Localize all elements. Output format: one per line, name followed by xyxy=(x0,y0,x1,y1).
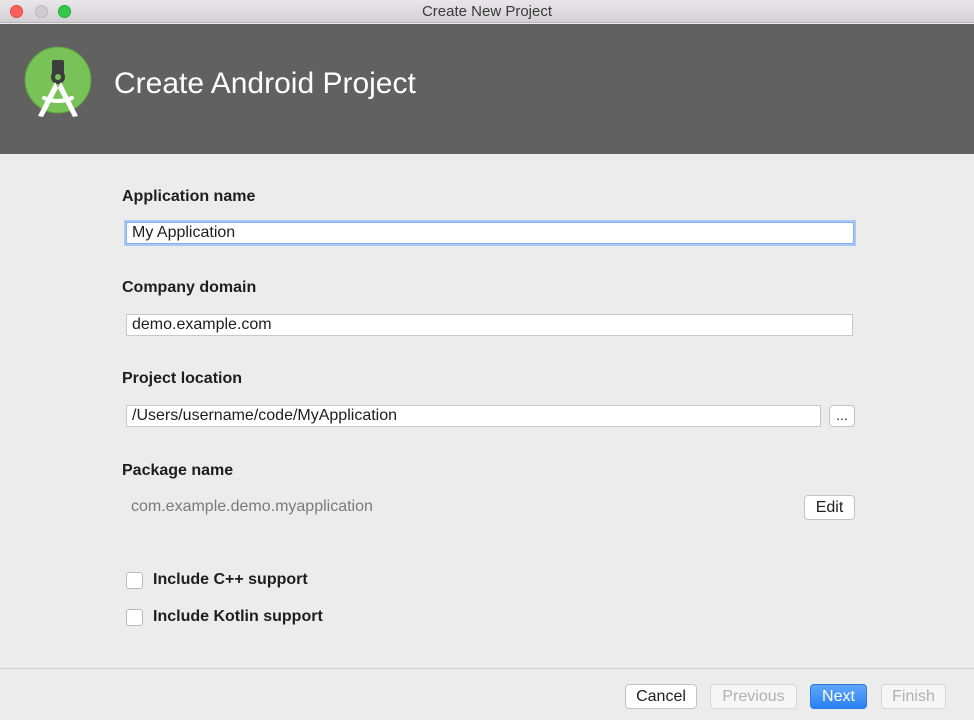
company-domain-label: Company domain xyxy=(122,279,257,296)
window-titlebar: Create New Project xyxy=(0,0,974,23)
application-name-label: Application name xyxy=(122,188,256,205)
include-kotlin-checkbox[interactable] xyxy=(126,609,143,626)
wizard-header: Create Android Project xyxy=(0,24,974,154)
finish-button[interactable]: Finish xyxy=(881,684,946,709)
include-kotlin-label[interactable]: Include Kotlin support xyxy=(153,608,323,626)
next-button[interactable]: Next xyxy=(810,684,867,709)
android-studio-icon xyxy=(24,46,92,117)
previous-button[interactable]: Previous xyxy=(710,684,797,709)
company-domain-input[interactable] xyxy=(126,314,853,336)
window-title: Create New Project xyxy=(421,3,553,20)
browse-location-button[interactable]: ... xyxy=(829,405,855,427)
package-name-value: com.example.demo.myapplication xyxy=(131,498,373,515)
project-location-label: Project location xyxy=(122,370,243,387)
project-location-input[interactable] xyxy=(126,405,821,427)
page-title: Create Android Project xyxy=(114,67,416,100)
cancel-button[interactable]: Cancel xyxy=(625,684,697,709)
footer-divider xyxy=(0,668,974,669)
application-name-input[interactable] xyxy=(126,222,854,244)
include-cpp-label[interactable]: Include C++ support xyxy=(153,571,308,589)
include-cpp-checkbox[interactable] xyxy=(126,572,143,589)
package-name-label: Package name xyxy=(122,462,234,479)
edit-package-button[interactable]: Edit xyxy=(804,495,855,520)
